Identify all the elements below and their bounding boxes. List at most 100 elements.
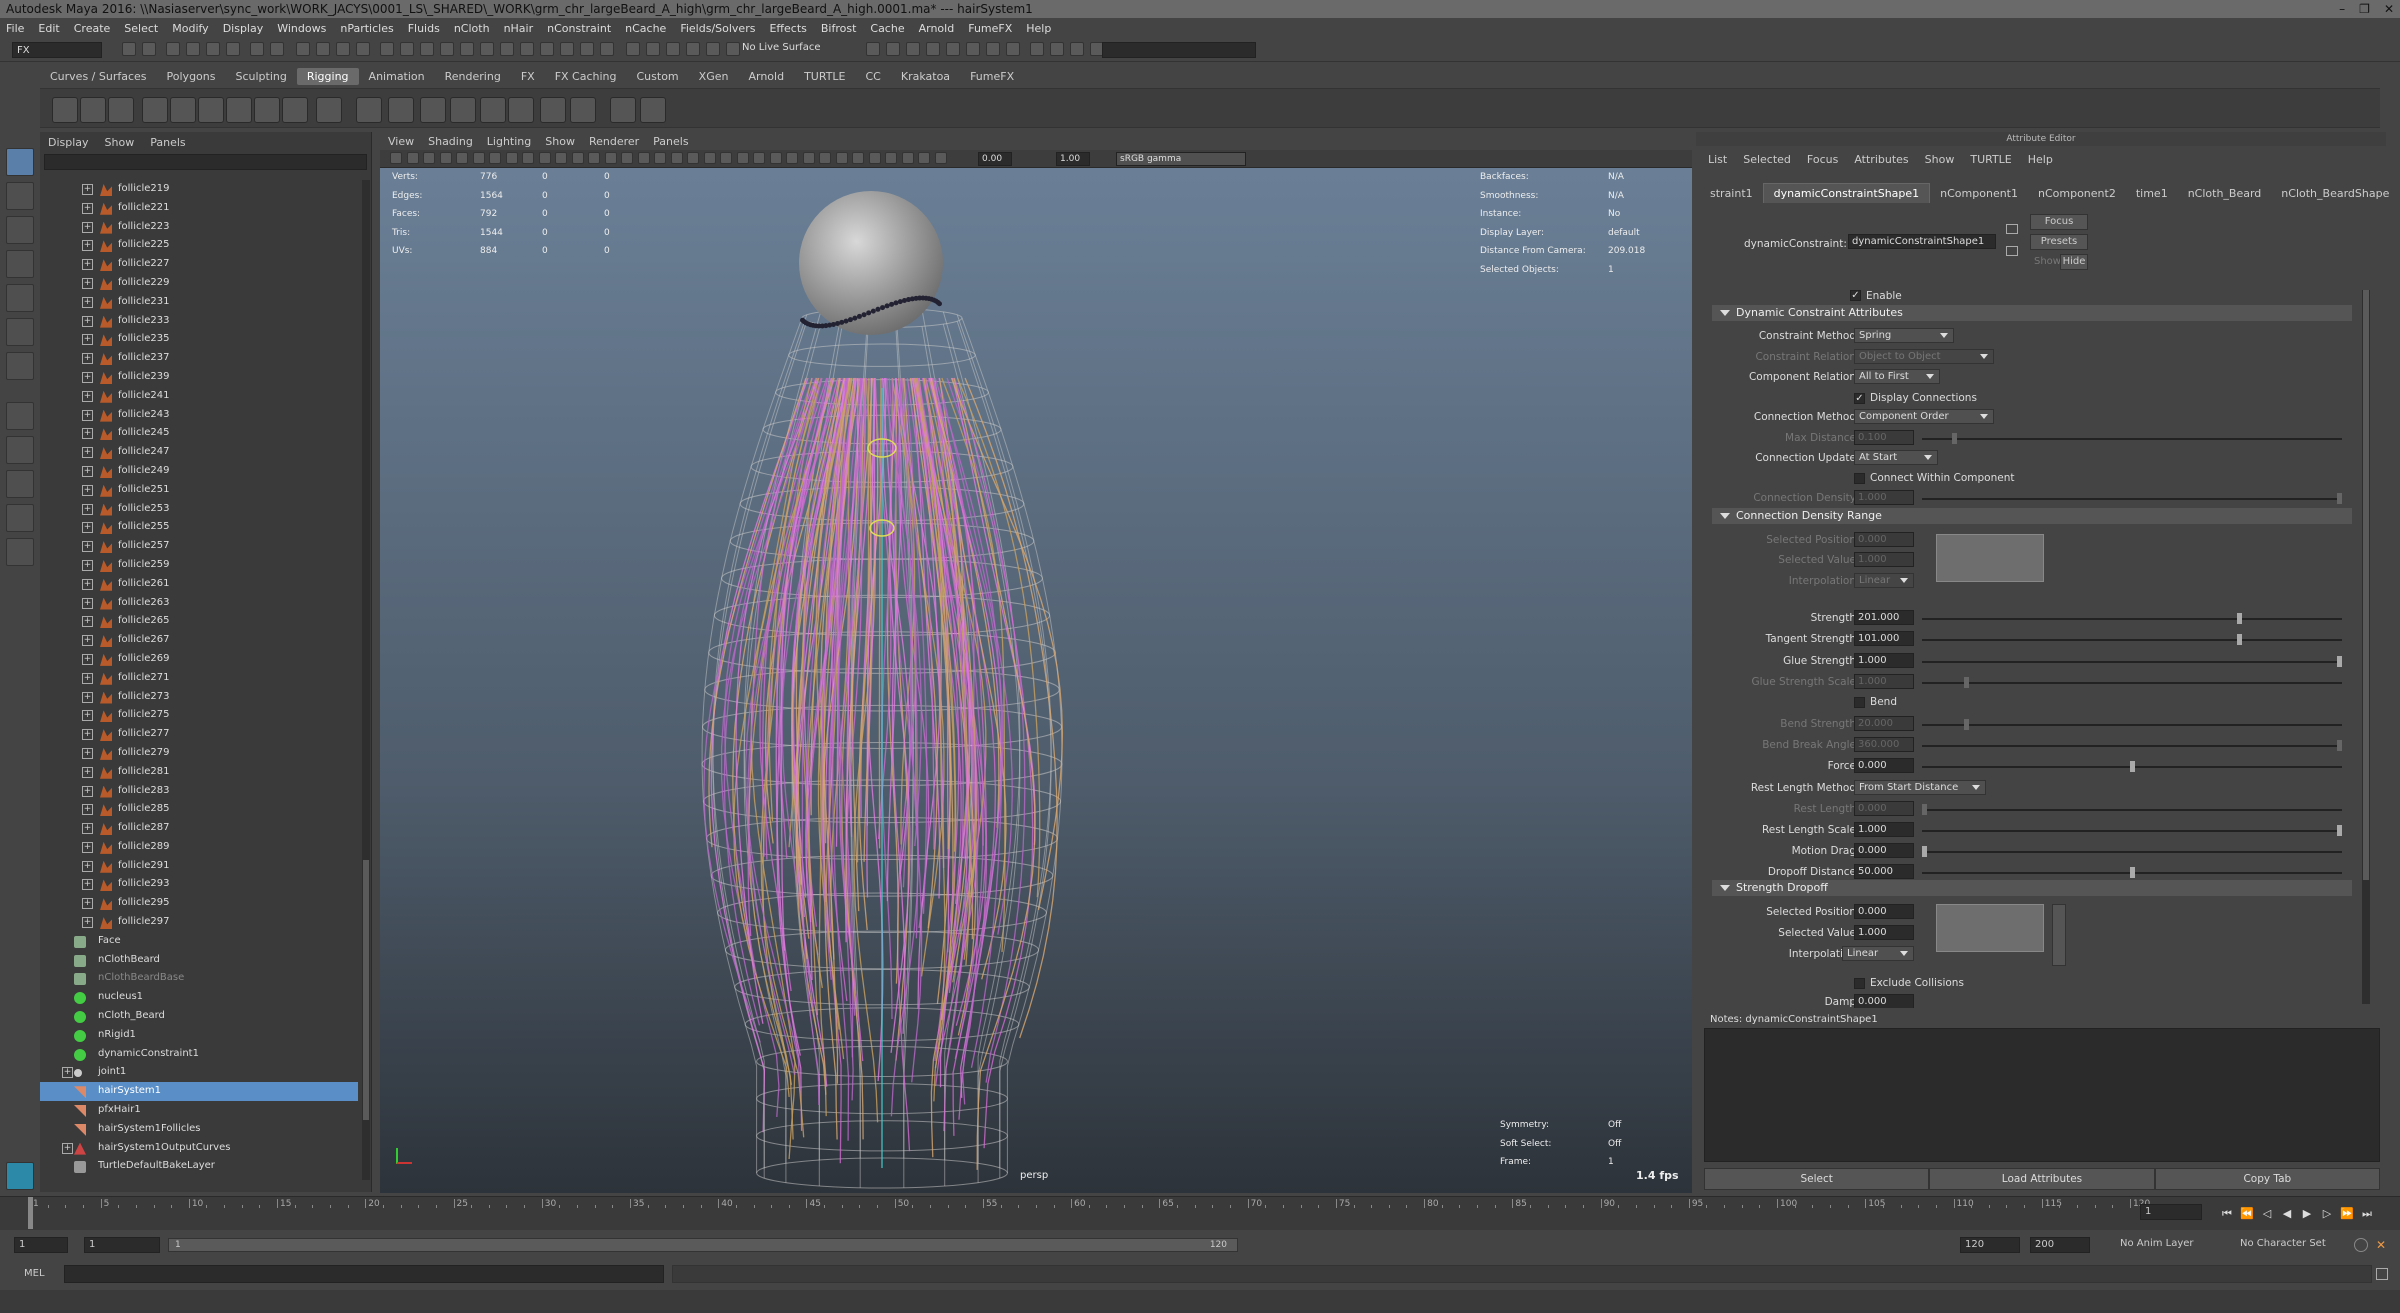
persp-outliner-icon[interactable] (6, 470, 34, 498)
range-end-field[interactable]: 120 (1960, 1237, 2020, 1253)
expand-toggle-icon[interactable]: + (82, 447, 93, 459)
ae-tab-dynamicconstraintshape1[interactable]: dynamicConstraintShape1 (1762, 183, 1931, 203)
expand-toggle-icon[interactable]: + (82, 559, 93, 571)
maximize-button[interactable]: ❐ (2359, 0, 2370, 18)
viewport-tool-26-icon[interactable] (802, 152, 815, 164)
expand-toggle-icon[interactable]: + (82, 202, 93, 214)
menu-arnold[interactable]: Arnold (919, 22, 955, 35)
outliner-item[interactable]: + follicle271 (40, 669, 358, 688)
outliner-scroll-thumb[interactable] (363, 860, 369, 1120)
viewport-tool-33-icon[interactable] (918, 152, 930, 164)
range-max-field[interactable]: 200 (2030, 1237, 2090, 1253)
status-tool-8-icon[interactable] (270, 42, 284, 56)
outliner-item[interactable]: + follicle279 (40, 744, 358, 763)
viewport-menu-show[interactable]: Show (545, 135, 575, 148)
expand-toggle-icon[interactable]: + (82, 804, 93, 816)
status-tool-33-icon[interactable] (906, 42, 920, 56)
status-tool-7-icon[interactable] (250, 42, 264, 56)
rest-length-scale-field[interactable]: 1.000 (1854, 822, 1914, 837)
menu-modify[interactable]: Modify (172, 22, 208, 35)
focus-node-icon[interactable] (2006, 224, 2018, 234)
expand-toggle-icon[interactable]: + (82, 221, 93, 233)
strength-field[interactable]: 201.000 (1854, 610, 1914, 625)
cdr-selected-position-field[interactable]: 0.000 (1854, 532, 1914, 547)
expand-toggle-icon[interactable]: + (82, 522, 93, 534)
attribute-editor-scrollbar[interactable] (2362, 290, 2370, 1004)
status-tool-31-icon[interactable] (866, 42, 880, 56)
expand-toggle-icon[interactable]: + (82, 785, 93, 797)
slider-knob[interactable] (2129, 761, 2135, 772)
viewport-tool-6-icon[interactable] (472, 152, 485, 164)
viewport-tool-9-icon[interactable] (522, 152, 534, 164)
dropoff-distance-slider[interactable] (1922, 867, 2342, 878)
ae-menu-turtle[interactable]: TURTLE (1970, 153, 2011, 166)
shelf-tab-custom[interactable]: Custom (627, 68, 689, 85)
hide-button[interactable]: Hide (2060, 254, 2088, 270)
outliner-item[interactable]: + follicle265 (40, 612, 358, 631)
outliner-menu-display[interactable]: Display (48, 136, 89, 149)
tangent-strength-slider[interactable] (1922, 634, 2342, 645)
expand-toggle-icon[interactable]: + (82, 296, 93, 308)
menu-display[interactable]: Display (223, 22, 264, 35)
go-to-start-icon[interactable]: ⏮ (2220, 1207, 2234, 1221)
ae-tab-ncloth-beard[interactable]: nCloth_Beard (2178, 184, 2272, 203)
shelf-tool-11-icon[interactable] (356, 97, 382, 123)
exclude-collisions-checkbox[interactable] (1854, 978, 1865, 989)
shelf-tool-7-icon[interactable] (226, 97, 252, 123)
minimize-button[interactable]: – (2339, 0, 2345, 18)
status-search-input[interactable] (1102, 42, 1256, 58)
rest-length-field[interactable]: 0.000 (1854, 801, 1914, 816)
expand-toggle-icon[interactable]: + (82, 729, 93, 741)
expand-toggle-icon[interactable]: + (82, 710, 93, 722)
status-tool-4-icon[interactable] (186, 42, 200, 56)
sd-selected-position-field[interactable]: 0.000 (1854, 904, 1914, 919)
viewport-menu-shading[interactable]: Shading (428, 135, 473, 148)
viewport-tool-1-icon[interactable] (390, 152, 402, 164)
tangent-strength-field[interactable]: 101.000 (1854, 631, 1914, 646)
outliner-item[interactable]: + follicle285 (40, 800, 358, 819)
viewport-menu-panels[interactable]: Panels (653, 135, 688, 148)
outliner-item[interactable]: + follicle295 (40, 894, 358, 913)
slider-knob[interactable] (2237, 613, 2243, 624)
presets-button[interactable]: Presets (2030, 234, 2088, 250)
bend-strength-field[interactable]: 20.000 (1854, 716, 1914, 731)
ae-tab-ncomponent1[interactable]: nComponent1 (1930, 184, 2028, 203)
outliner-item[interactable]: + follicle291 (40, 857, 358, 876)
shelf-tab-fx[interactable]: FX (511, 68, 545, 85)
shelf-tool-1-icon[interactable] (52, 97, 78, 123)
outliner-item[interactable]: + follicle259 (40, 556, 358, 575)
viewport-tool-2-icon[interactable] (406, 152, 419, 164)
shelf-tool-15-icon[interactable] (480, 97, 506, 123)
expand-toggle-icon[interactable]: + (82, 334, 93, 346)
outliner-item[interactable]: + follicle235 (40, 330, 358, 349)
range-start-field[interactable]: 1 (14, 1237, 68, 1253)
expand-toggle-icon[interactable]: + (82, 747, 93, 759)
shelf-tab-animation[interactable]: Animation (359, 68, 435, 85)
menu-ncloth[interactable]: nCloth (454, 22, 490, 35)
connection-density-field[interactable]: 1.000 (1854, 490, 1914, 505)
viewport-tool-10-icon[interactable] (538, 152, 551, 164)
outliner-item[interactable]: + follicle275 (40, 706, 358, 725)
script-lang-label[interactable]: MEL (24, 1268, 45, 1279)
shelf-tool-5-icon[interactable] (170, 97, 196, 123)
expand-toggle-icon[interactable]: + (82, 390, 93, 402)
outliner-item[interactable]: + follicle247 (40, 443, 358, 462)
expand-toggle-icon[interactable]: + (82, 917, 93, 929)
outliner-item[interactable]: dynamicConstraint1 (40, 1045, 358, 1064)
outliner-item[interactable]: nClothBeardBase (40, 969, 358, 988)
outliner-item[interactable]: + follicle297 (40, 913, 358, 932)
notes-textarea[interactable] (1704, 1028, 2380, 1162)
status-tool-24-icon[interactable] (600, 42, 614, 56)
slider-knob[interactable] (1922, 804, 1927, 815)
go-to-end-icon[interactable]: ⏭ (2360, 1207, 2374, 1221)
viewport-tool-18-icon[interactable] (670, 152, 683, 164)
bend-break-angle-slider[interactable] (1922, 740, 2342, 751)
expand-toggle-icon[interactable]: + (82, 823, 93, 835)
cdr-ramp-graph[interactable] (1936, 534, 2044, 582)
viewport-tool-25-icon[interactable] (786, 152, 798, 164)
viewport-tool-14-icon[interactable] (604, 152, 617, 164)
outliner-search-input[interactable] (44, 154, 367, 170)
menu-select[interactable]: Select (124, 22, 158, 35)
shelf-tab-xgen[interactable]: XGen (689, 68, 739, 85)
shelf-tool-4-icon[interactable] (142, 97, 168, 123)
